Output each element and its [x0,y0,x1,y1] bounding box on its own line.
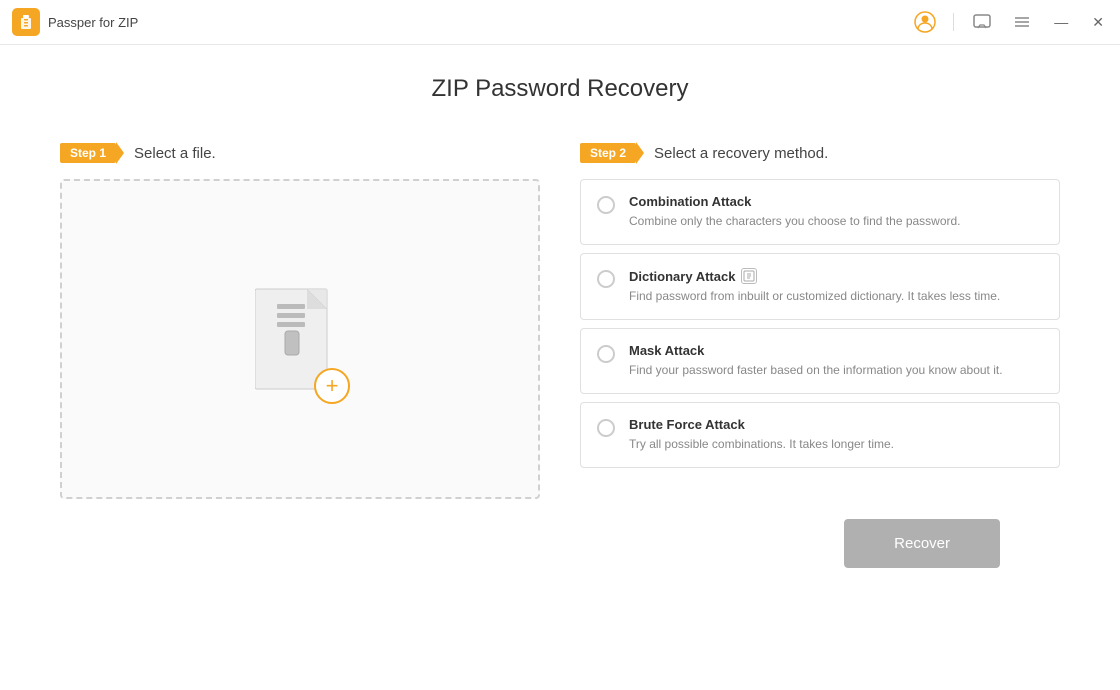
option-dictionary[interactable]: Dictionary Attack Find password from inb… [580,253,1060,320]
user-icon[interactable] [913,10,937,34]
dictionary-info-icon[interactable] [741,268,757,284]
chat-icon[interactable] [970,10,994,34]
option-mask-content: Mask Attack Find your password faster ba… [629,343,1003,379]
step2-header: Step 2 Select a recovery method. [580,143,1060,163]
step1-section: Step 1 Select a file. [60,143,540,499]
radio-dictionary[interactable] [597,270,615,288]
separator [953,13,954,31]
add-file-button[interactable]: + [314,368,350,404]
option-bruteforce[interactable]: Brute Force Attack Try all possible comb… [580,402,1060,468]
file-drop-zone[interactable]: + [60,179,540,499]
option-combination-content: Combination Attack Combine only the char… [629,194,961,230]
radio-mask[interactable] [597,345,615,363]
recovery-options: Combination Attack Combine only the char… [580,179,1060,468]
option-mask-desc: Find your password faster based on the i… [629,361,1003,379]
step2-section: Step 2 Select a recovery method. Combina… [580,143,1060,468]
step1-badge: Step 1 [60,143,116,163]
option-dictionary-desc: Find password from inbuilt or customized… [629,287,1000,305]
option-combination-title: Combination Attack [629,194,961,209]
option-bruteforce-title: Brute Force Attack [629,417,894,432]
radio-bruteforce[interactable] [597,419,615,437]
step1-header: Step 1 Select a file. [60,143,540,163]
option-combination[interactable]: Combination Attack Combine only the char… [580,179,1060,245]
close-button[interactable]: ✕ [1088,12,1108,33]
option-mask-title: Mask Attack [629,343,1003,358]
bottom-bar: Recover [60,499,1060,568]
option-bruteforce-content: Brute Force Attack Try all possible comb… [629,417,894,453]
menu-icon[interactable] [1010,10,1034,34]
title-bar-left: Passper for ZIP [12,8,138,36]
app-icon [12,8,40,36]
steps-row: Step 1 Select a file. [60,143,1060,499]
option-mask[interactable]: Mask Attack Find your password faster ba… [580,328,1060,394]
step2-badge: Step 2 [580,143,636,163]
page-title: ZIP Password Recovery [432,75,689,103]
title-bar-controls: — ✕ [913,10,1108,34]
step2-label: Select a recovery method. [654,145,828,162]
option-combination-desc: Combine only the characters you choose t… [629,212,961,230]
radio-combination[interactable] [597,196,615,214]
minimize-button[interactable]: — [1050,12,1072,32]
title-bar: Passper for ZIP — ✕ [0,0,1120,45]
option-bruteforce-desc: Try all possible combinations. It takes … [629,435,894,453]
main-content: ZIP Password Recovery Step 1 Select a fi… [0,45,1120,588]
file-icon-wrapper: + [255,279,345,399]
recover-button[interactable]: Recover [844,519,1000,568]
option-dictionary-title: Dictionary Attack [629,268,1000,284]
step1-label: Select a file. [134,145,216,162]
app-title: Passper for ZIP [48,15,138,30]
option-dictionary-content: Dictionary Attack Find password from inb… [629,268,1000,305]
